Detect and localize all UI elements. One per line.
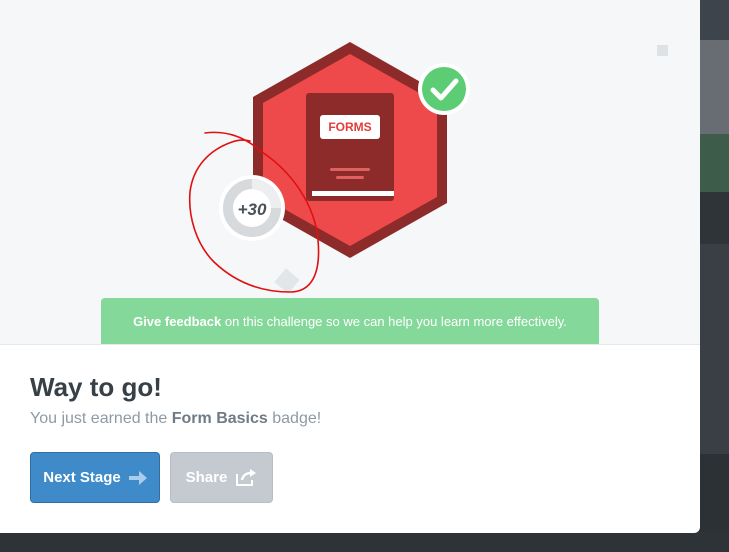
next-stage-label: Next Stage (43, 469, 121, 486)
feedback-link[interactable]: Give feedback (133, 314, 221, 329)
modal-title: Way to go! (30, 372, 162, 402)
arrow-right-icon (128, 470, 147, 485)
badge-hero: FORMS +30 Give feedback on this challeng… (0, 0, 700, 345)
badge-earned-modal: FORMS +30 Give feedback on this challeng… (0, 0, 700, 533)
badge-illustration: FORMS +30 (188, 42, 470, 294)
book-label: FORMS (328, 120, 371, 134)
feedback-text: on this challenge so we can help you lea… (221, 314, 567, 329)
book-icon (306, 93, 394, 201)
subtitle-prefix: You just earned the (30, 410, 172, 427)
book-line (336, 176, 364, 179)
background-page (0, 532, 729, 552)
checkmark-icon (422, 67, 466, 111)
share-icon (236, 468, 257, 486)
share-button[interactable]: Share (170, 452, 273, 503)
close-icon[interactable] (657, 45, 668, 56)
next-stage-button[interactable]: Next Stage (30, 452, 160, 503)
feedback-banner[interactable]: Give feedback on this challenge so we ca… (101, 298, 599, 344)
badge-name: Form Basics (171, 410, 268, 427)
book-pages (312, 191, 394, 196)
points-tail (274, 268, 300, 294)
book-line (330, 168, 370, 171)
share-label: Share (185, 469, 228, 486)
points-value: +30 (238, 200, 267, 219)
modal-subtitle: You just earned the Form Basics badge! (30, 410, 321, 428)
subtitle-suffix: badge! (267, 410, 322, 427)
